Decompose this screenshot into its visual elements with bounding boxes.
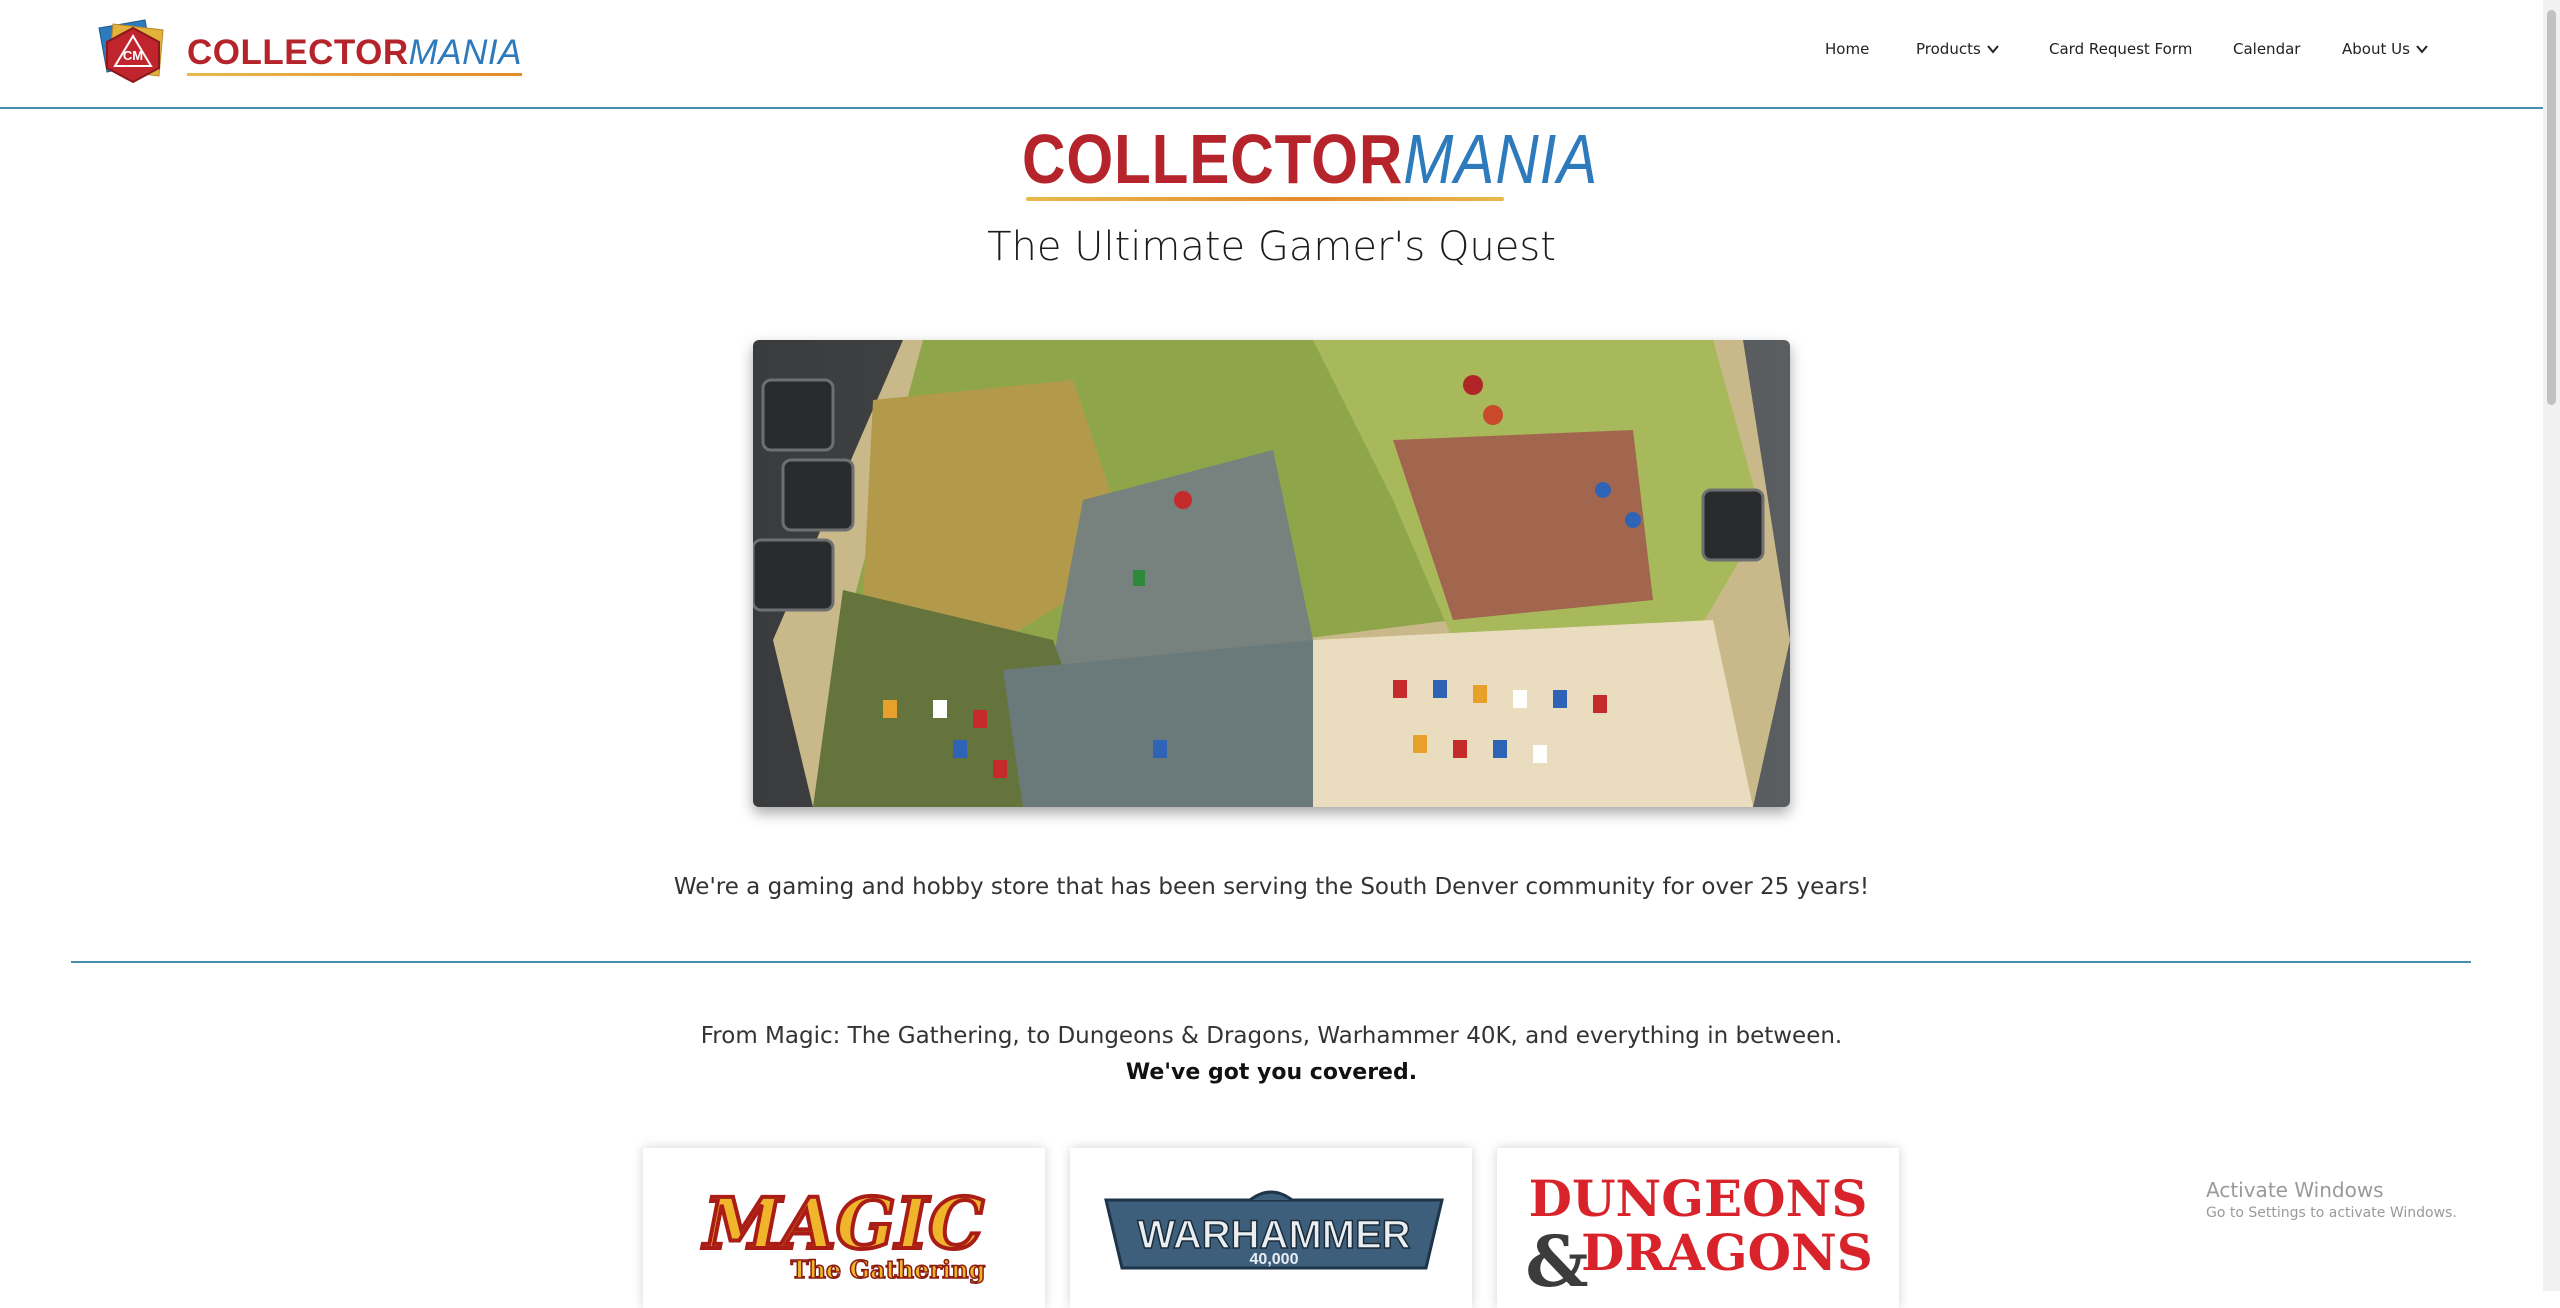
brand-word-collector: COLLECTOR bbox=[187, 32, 409, 72]
site-logo[interactable]: CM COLLECTORMANIA bbox=[93, 16, 522, 88]
hero-tagline: The Ultimate Gamer's Quest bbox=[987, 224, 1556, 270]
dnd-logo: DUNGEONS & DRAGONS bbox=[1525, 1169, 1873, 1303]
nav-products[interactable]: Products bbox=[1916, 40, 2000, 58]
nav-label: Calendar bbox=[2233, 40, 2301, 58]
nav-about-us[interactable]: About Us bbox=[2342, 40, 2429, 58]
nav-card-request-form[interactable]: Card Request Form bbox=[2049, 40, 2192, 58]
warhammer-logo: WARHAMMER 40,000 bbox=[1104, 1190, 1444, 1270]
chevron-down-icon bbox=[2416, 45, 2428, 54]
section-divider bbox=[71, 961, 2471, 963]
activate-windows-title: Activate Windows bbox=[2206, 1178, 2384, 1202]
activate-windows-subtitle: Go to Settings to activate Windows. bbox=[2206, 1205, 2457, 1221]
board-game-photo bbox=[753, 340, 1790, 807]
hero-logo-underline bbox=[1026, 197, 1504, 201]
scrollbar-thumb[interactable] bbox=[2547, 10, 2556, 405]
store-intro-text: We're a gaming and hobby store that has … bbox=[673, 874, 1870, 900]
brand-wordmark: COLLECTORMANIA bbox=[187, 32, 522, 76]
svg-text:CM: CM bbox=[123, 48, 143, 63]
nav-label: Home bbox=[1825, 40, 1870, 58]
warhammer-card[interactable]: WARHAMMER 40,000 bbox=[1070, 1148, 1472, 1308]
magic-logo-text: MAGIC bbox=[702, 1182, 984, 1265]
nav-calendar[interactable]: Calendar bbox=[2233, 40, 2300, 58]
chevron-down-icon bbox=[1987, 45, 1999, 54]
brand-word-mania: MANIA bbox=[408, 32, 522, 72]
nav-label: Products bbox=[1916, 40, 1981, 58]
magic-the-gathering-card[interactable]: MAGIC The Gathering bbox=[643, 1148, 1045, 1308]
magic-logo: MAGIC The Gathering bbox=[700, 1180, 986, 1285]
covered-text: We've got you covered. bbox=[1125, 1060, 1418, 1085]
brand-underline bbox=[187, 72, 522, 76]
dungeons-and-dragons-card[interactable]: DUNGEONS & DRAGONS bbox=[1497, 1148, 1899, 1308]
hero-logo: COLLECTORMANIA bbox=[1022, 124, 1597, 201]
dice-logo-icon: CM bbox=[98, 19, 164, 84]
warhammer-logo-subtext: 40,000 bbox=[1250, 1251, 1299, 1268]
nav-label: About Us bbox=[2342, 40, 2410, 58]
hero-word-mania: MANIA bbox=[1403, 120, 1599, 198]
board-game-image bbox=[753, 340, 1790, 807]
vertical-scrollbar[interactable] bbox=[2543, 0, 2560, 1291]
nav-label: Card Request Form bbox=[2049, 40, 2193, 58]
nav-home[interactable]: Home bbox=[1825, 40, 1869, 58]
hero-wordmark: COLLECTORMANIA bbox=[1022, 124, 1598, 194]
hero-word-collector: COLLECTOR bbox=[1022, 120, 1404, 198]
magic-logo-subtext: The Gathering bbox=[791, 1255, 986, 1284]
games-intro-text: From Magic: The Gathering, to Dungeons &… bbox=[700, 1023, 1843, 1049]
site-header: CM COLLECTORMANIA Home Products Card Req… bbox=[0, 0, 2543, 109]
dnd-logo-line2: DRAGONS bbox=[1581, 1223, 1873, 1282]
